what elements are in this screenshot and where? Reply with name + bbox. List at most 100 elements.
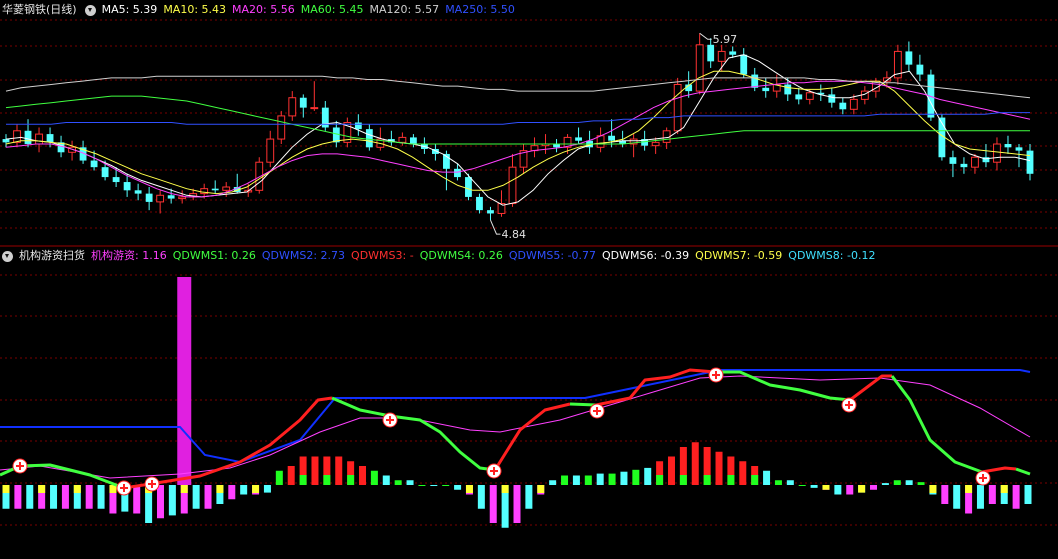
indicator-bar-cap (1000, 485, 1008, 493)
indicator-bar (786, 480, 794, 485)
candle-down (949, 150, 957, 178)
candle-body (354, 122, 362, 130)
indicator-bar (168, 485, 176, 516)
indicator-bar (620, 471, 628, 485)
candle-body (255, 161, 264, 191)
candle-down (960, 157, 968, 174)
indicator-bar (584, 475, 592, 485)
candle-body (596, 135, 605, 148)
candle-body (156, 194, 165, 203)
candle-body (762, 87, 770, 92)
indicator-bar (846, 485, 854, 495)
candle-down (982, 144, 990, 168)
indicator-bar-cap (216, 485, 224, 493)
indicator-bar (632, 469, 640, 485)
candle-up (893, 44, 902, 85)
indicator-bar (240, 485, 248, 495)
indicator-bar-cap (252, 485, 260, 493)
low-marker-line (490, 219, 501, 235)
indicator-bar (406, 480, 414, 485)
indicator-bar-cap (679, 475, 687, 485)
qdwms-trend-segment (890, 375, 983, 474)
indicator-bar (477, 485, 485, 509)
candle-down (24, 119, 32, 148)
signal-plus-icon (382, 412, 398, 428)
candle-body (508, 166, 517, 205)
indicator-bar (287, 466, 295, 485)
candle-up (310, 81, 319, 111)
indicator-bar (988, 485, 996, 504)
indicator-bar (311, 456, 319, 485)
indicator-bar-cap (703, 475, 711, 485)
indicator-bar-cap (929, 485, 937, 493)
price-pane[interactable] (2, 32, 1034, 235)
indicator-bar (228, 485, 236, 500)
candle-body (971, 156, 979, 168)
indicator-bar-cap (656, 475, 664, 485)
candle-up (398, 132, 407, 146)
indicator-bar (335, 456, 343, 485)
candle-body (310, 107, 319, 110)
indicator-bar (14, 485, 22, 509)
qdwms-trend-segment (331, 396, 496, 472)
candle-body (2, 139, 10, 143)
candle-down (586, 130, 593, 154)
qdwms-trend-segment (569, 402, 597, 407)
candle-body (553, 144, 560, 148)
candle-body (365, 129, 373, 148)
candle-body (409, 137, 417, 145)
candle-body (145, 193, 153, 202)
candle-down (839, 97, 847, 115)
indicator-bar (941, 485, 949, 504)
candle-body (222, 186, 231, 191)
candle-body (465, 177, 472, 197)
candle-up (530, 137, 539, 158)
indicator-bar-cap (73, 485, 81, 493)
candle-up (596, 127, 605, 153)
candle-down (575, 127, 582, 145)
candle-body (949, 157, 957, 164)
qdwms-trend-segment (849, 374, 892, 402)
candle-up (35, 127, 43, 153)
indicator-bar (691, 442, 699, 485)
signal-plus-icon (12, 458, 28, 474)
qdwms-trend-segment (493, 402, 571, 471)
high-marker-line (699, 32, 712, 40)
candle-body (134, 190, 142, 194)
indicator-pane[interactable] (0, 277, 1032, 528)
indicator-bar-cap (299, 475, 307, 485)
indicator-bar-cap (965, 485, 973, 493)
indicator-bar (798, 485, 806, 486)
indicator-bar (97, 485, 105, 509)
indicator-bar (192, 485, 200, 509)
indicator-bar (133, 485, 141, 514)
candle-down (916, 54, 924, 82)
candle-down (751, 67, 759, 92)
candle-body (288, 97, 297, 117)
candle-body (740, 54, 748, 75)
candle-body (178, 196, 187, 200)
indicator-bar (549, 480, 557, 485)
stock-chart-canvas[interactable]: 5.97 4.84 (0, 0, 1058, 559)
candle-down (608, 119, 616, 148)
indicator-bar (370, 470, 378, 485)
candle-body (717, 50, 726, 62)
indicator-bar (976, 485, 984, 509)
indicator-bar (1024, 485, 1032, 504)
candle-down (476, 193, 483, 214)
indicator-bar (774, 480, 782, 485)
candle-body (784, 84, 792, 95)
candle-body (707, 44, 715, 62)
candle-body (651, 141, 660, 147)
candle-body (24, 130, 32, 145)
indicator-bar (525, 485, 533, 509)
candle-body (35, 133, 43, 145)
indicator-bar (382, 475, 390, 485)
candle-up (156, 190, 165, 214)
indicator-bar (608, 473, 616, 485)
candle-up (288, 91, 297, 121)
indicator-bar (1012, 485, 1020, 509)
candle-down (817, 84, 825, 102)
candle-body (993, 143, 1001, 163)
candle-body (575, 137, 582, 141)
